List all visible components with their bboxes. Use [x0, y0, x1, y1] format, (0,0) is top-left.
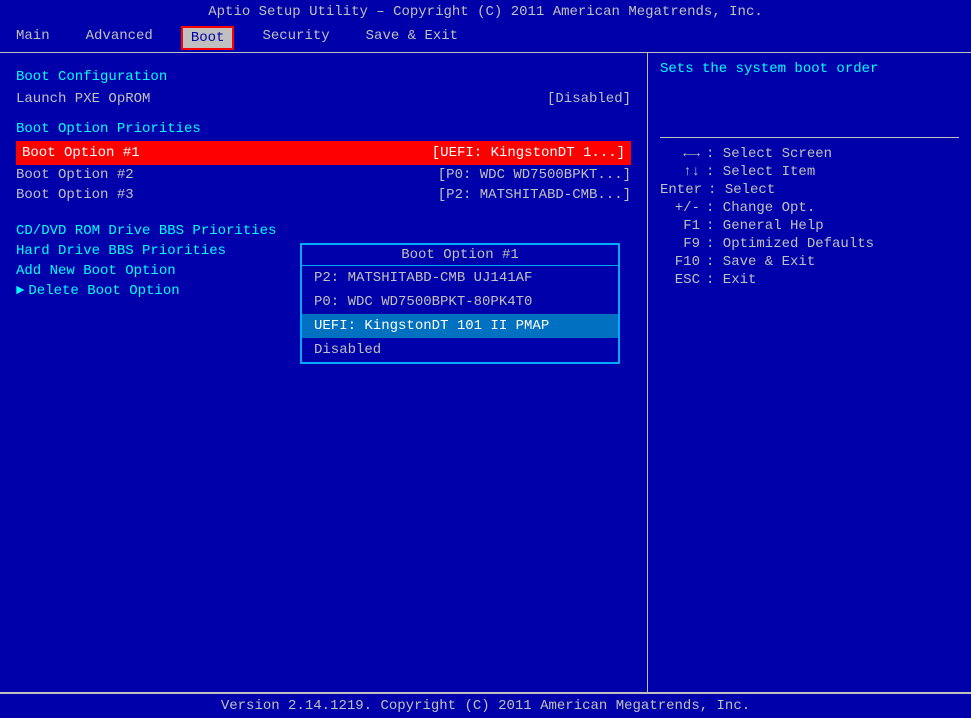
popup-item-1[interactable]: P0: WDC WD7500BPKT-80PK4T0: [302, 290, 618, 314]
boot-option-2-label: Boot Option #2: [16, 167, 134, 183]
bottom-bar: Version 2.14.1219. Copyright (C) 2011 Am…: [0, 693, 971, 718]
key-desc-0: : Select Screen: [706, 146, 832, 162]
launch-pxe-label: Launch PXE OpROM: [16, 91, 150, 107]
boot-option-3-label: Boot Option #3: [16, 187, 134, 203]
title-bar: Aptio Setup Utility – Copyright (C) 2011…: [0, 0, 971, 24]
menu-main[interactable]: Main: [8, 26, 58, 50]
bios-screen: Aptio Setup Utility – Copyright (C) 2011…: [0, 0, 971, 718]
key-label-f10: F10: [660, 254, 700, 270]
popup-item-3[interactable]: Disabled: [302, 338, 618, 362]
boot-config-title: Boot Configuration: [16, 69, 631, 85]
boot-priorities-section: Boot Option Priorities Boot Option #1 [U…: [16, 121, 631, 205]
key-row-f9: F9 : Optimized Defaults: [660, 236, 959, 252]
boot-option-2-value: [P0: WDC WD7500BPKT...]: [438, 167, 631, 183]
main-content: Boot Configuration Launch PXE OpROM [Dis…: [0, 53, 971, 692]
help-text: Sets the system boot order: [660, 61, 959, 77]
boot-option-1-label: Boot Option #1: [22, 145, 140, 161]
key-desc-f10: : Save & Exit: [706, 254, 815, 270]
boot-option-3-row[interactable]: Boot Option #3 [P2: MATSHITABD-CMB...]: [16, 185, 631, 205]
key-desc-esc: : Exit: [706, 272, 756, 288]
key-label-f9: F9: [660, 236, 700, 252]
menu-security[interactable]: Security: [254, 26, 337, 50]
delete-boot-option-label: Delete Boot Option: [28, 283, 179, 299]
key-label-plusminus: +/-: [660, 200, 700, 216]
key-desc-f9: : Optimized Defaults: [706, 236, 874, 252]
key-desc-plusminus: : Change Opt.: [706, 200, 815, 216]
key-row-0: ←→ : Select Screen: [660, 146, 959, 162]
left-panel: Boot Configuration Launch PXE OpROM [Dis…: [0, 53, 648, 692]
cddvd-priorities-link[interactable]: CD/DVD ROM Drive BBS Priorities: [16, 221, 631, 241]
key-row-esc: ESC : Exit: [660, 272, 959, 288]
launch-pxe-value: [Disabled]: [547, 91, 631, 107]
key-desc-f1: : General Help: [706, 218, 824, 234]
key-label-f1: F1: [660, 218, 700, 234]
boot-priorities-title: Boot Option Priorities: [16, 121, 631, 137]
title-text: Aptio Setup Utility – Copyright (C) 2011…: [208, 4, 763, 20]
launch-pxe-row[interactable]: Launch PXE OpROM [Disabled]: [16, 89, 631, 109]
right-panel: Sets the system boot order ←→ : Select S…: [648, 53, 971, 692]
key-label-esc: ESC: [660, 272, 700, 288]
boot-option-2-row[interactable]: Boot Option #2 [P0: WDC WD7500BPKT...]: [16, 165, 631, 185]
menu-boot[interactable]: Boot: [181, 26, 235, 50]
key-desc-1: : Select Item: [706, 164, 815, 180]
popup-title: Boot Option #1: [302, 245, 618, 266]
arrow-icon: ►: [16, 283, 24, 299]
boot-option-dropdown: Boot Option #1 P2: MATSHITABD-CMB UJ141A…: [300, 243, 620, 364]
popup-item-2[interactable]: UEFI: KingstonDT 101 II PMAP: [302, 314, 618, 338]
key-label-1: ↑↓: [660, 164, 700, 180]
key-desc-enter: : Select: [708, 182, 775, 198]
key-label-0: ←→: [660, 146, 700, 162]
menu-advanced[interactable]: Advanced: [78, 26, 161, 50]
key-label-enter: Enter: [660, 182, 702, 198]
key-row-1: ↑↓ : Select Item: [660, 164, 959, 180]
boot-option-1-row[interactable]: Boot Option #1 [UEFI: KingstonDT 1...]: [16, 141, 631, 165]
boot-option-1-value: [UEFI: KingstonDT 1...]: [432, 145, 625, 161]
menu-bar: Main Advanced Boot Security Save & Exit: [0, 24, 971, 52]
menu-save-exit[interactable]: Save & Exit: [358, 26, 466, 50]
key-row-f10: F10 : Save & Exit: [660, 254, 959, 270]
key-help-section: ←→ : Select Screen ↑↓ : Select Item Ente…: [660, 146, 959, 288]
key-row-f1: F1 : General Help: [660, 218, 959, 234]
key-row-plusminus: +/- : Change Opt.: [660, 200, 959, 216]
key-row-enter: Enter : Select: [660, 182, 959, 198]
popup-item-0[interactable]: P2: MATSHITABD-CMB UJ141AF: [302, 266, 618, 290]
boot-option-3-value: [P2: MATSHITABD-CMB...]: [438, 187, 631, 203]
bottom-text: Version 2.14.1219. Copyright (C) 2011 Am…: [221, 698, 750, 714]
right-divider: [660, 137, 959, 138]
